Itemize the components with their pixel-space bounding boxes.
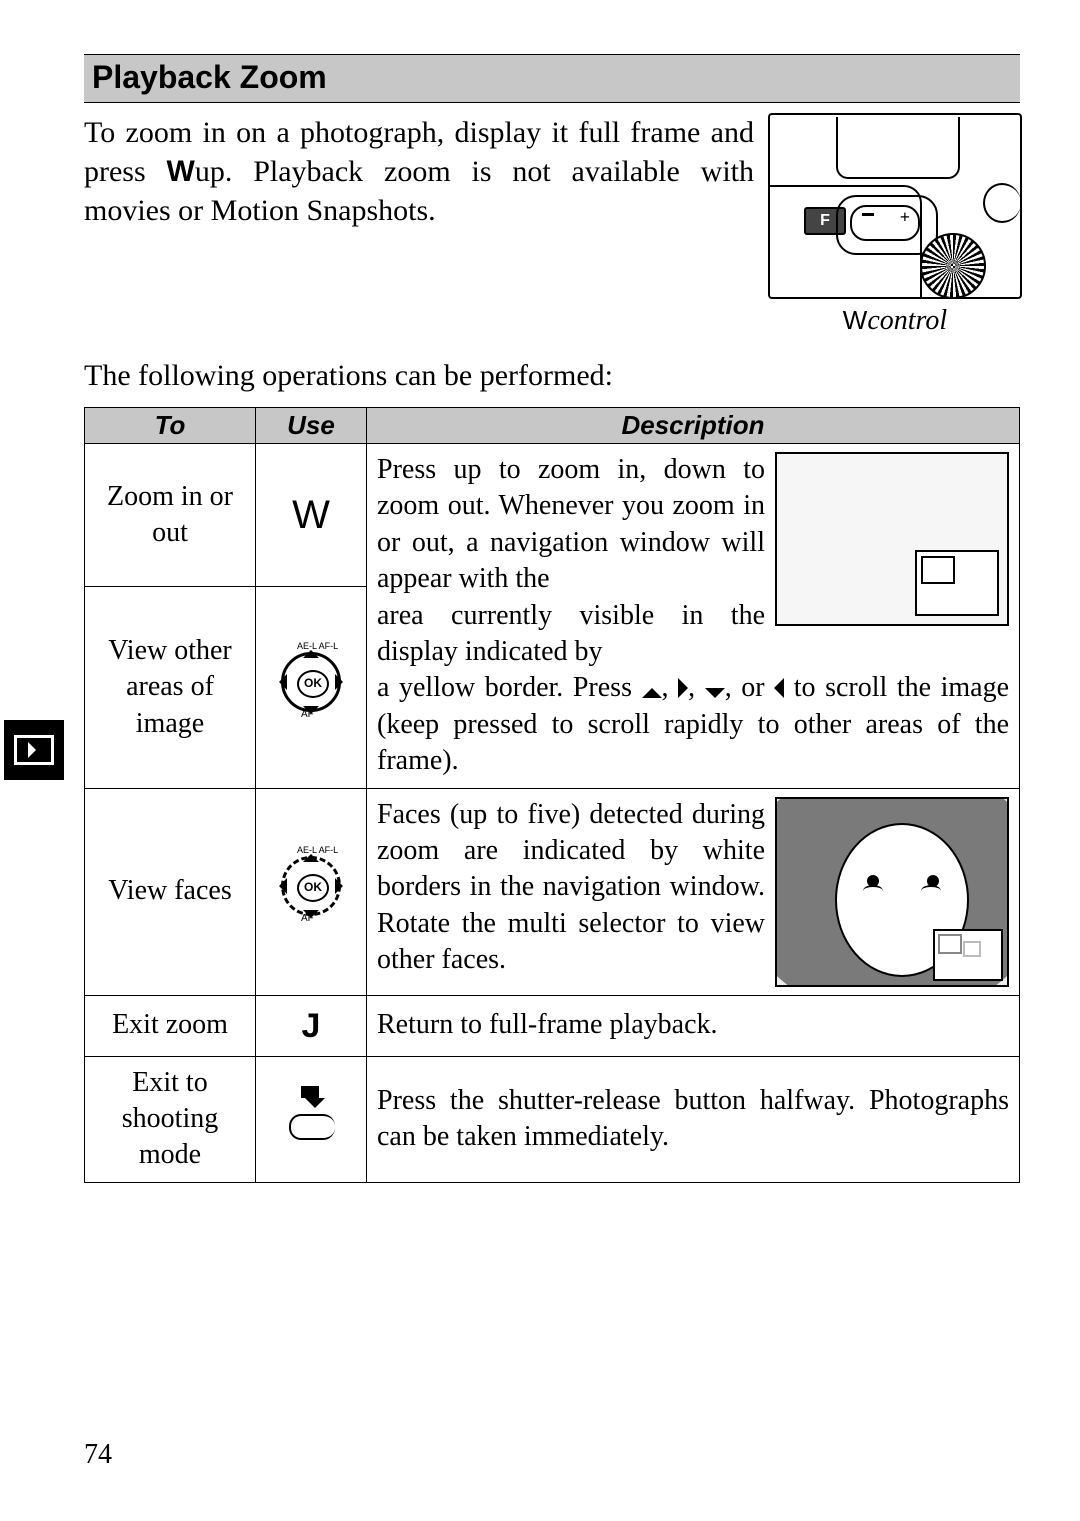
- multi-selector-rotate-icon: OK AE-L AF-L AF: [275, 850, 347, 922]
- section-heading: Playback Zoom: [84, 54, 1020, 103]
- cell-to-viewfaces: View faces: [85, 788, 256, 995]
- cell-to-exitshoot: Exit to shooting mode: [85, 1056, 256, 1182]
- header-description: Description: [367, 408, 1020, 444]
- playback-mode-tab-icon: [4, 720, 64, 780]
- arrow-right-icon: [678, 678, 688, 698]
- af-label: AF: [301, 913, 314, 924]
- cell-use-exitshoot: [256, 1056, 367, 1182]
- shutter-release-icon: [283, 1086, 339, 1142]
- intro-text: To zoom in on a photograph, display it f…: [84, 113, 754, 337]
- arrow-up-icon: [642, 688, 662, 698]
- cell-use-viewother: OK AE-L AF-L AF: [256, 587, 367, 788]
- desc-zoom-a: Press up to zoom in, down to zoom out. W…: [377, 452, 765, 598]
- camera-figure: F + Wcontrol: [770, 113, 1020, 337]
- ael-label: AE-L AF-L: [297, 846, 338, 854]
- desc-zoom-b1: area currently visible in the display in…: [377, 598, 765, 671]
- ok-label: OK: [297, 670, 329, 698]
- cell-use-viewfaces: OK AE-L AF-L AF: [256, 788, 367, 995]
- cell-use-exitzoom: J: [256, 995, 367, 1056]
- arrow-left-icon: [774, 678, 784, 698]
- table-row: View faces OK AE-L AF-L AF Faces (up to …: [85, 788, 1020, 995]
- page-number: 74: [84, 1439, 112, 1471]
- navigation-window-illustration: [775, 452, 1009, 626]
- header-to: To: [85, 408, 256, 444]
- w-control-glyph: W: [167, 155, 195, 188]
- camera-caption-text: control: [867, 305, 947, 336]
- camera-illustration: F +: [768, 113, 1022, 299]
- header-use: Use: [256, 408, 367, 444]
- cell-to-viewother: View other areas of image: [85, 587, 256, 788]
- desc-viewfaces: Faces (up to five) detected during zoom …: [377, 797, 765, 979]
- table-header-row: To Use Description: [85, 408, 1020, 444]
- ok-button-icon: J: [302, 1007, 321, 1045]
- desc-exitzoom: Return to full-frame playback.: [367, 995, 1020, 1056]
- camera-caption: Wcontrol: [843, 305, 947, 337]
- table-row: Exit zoom J Return to full-frame playbac…: [85, 995, 1020, 1056]
- multi-selector-icon: OK AE-L AF-L AF: [275, 646, 347, 718]
- intro-block: To zoom in on a photograph, display it f…: [84, 113, 1020, 337]
- operations-intro: The following operations can be performe…: [84, 359, 1020, 393]
- w-icon: W: [292, 493, 330, 537]
- af-label: AF: [301, 709, 314, 720]
- desc-exitshoot: Press the shutter-release button halfway…: [367, 1056, 1020, 1182]
- arrow-down-icon: [705, 688, 725, 698]
- camera-caption-glyph: W: [843, 305, 868, 335]
- cell-to-exitzoom: Exit zoom: [85, 995, 256, 1056]
- cell-to-zoom: Zoom in or out: [85, 444, 256, 587]
- table-row: Zoom in or out W Press up to zoom in, do…: [85, 444, 1020, 587]
- cell-use-zoom: W: [256, 444, 367, 587]
- ael-label: AE-L AF-L: [297, 642, 338, 650]
- desc-zoom-b2: a yellow border. Press: [377, 672, 642, 703]
- table-row: Exit to shooting mode Press the shutter-…: [85, 1056, 1020, 1182]
- face-detection-illustration: [775, 797, 1009, 987]
- operations-table: To Use Description Zoom in or out W Pres…: [84, 407, 1020, 1183]
